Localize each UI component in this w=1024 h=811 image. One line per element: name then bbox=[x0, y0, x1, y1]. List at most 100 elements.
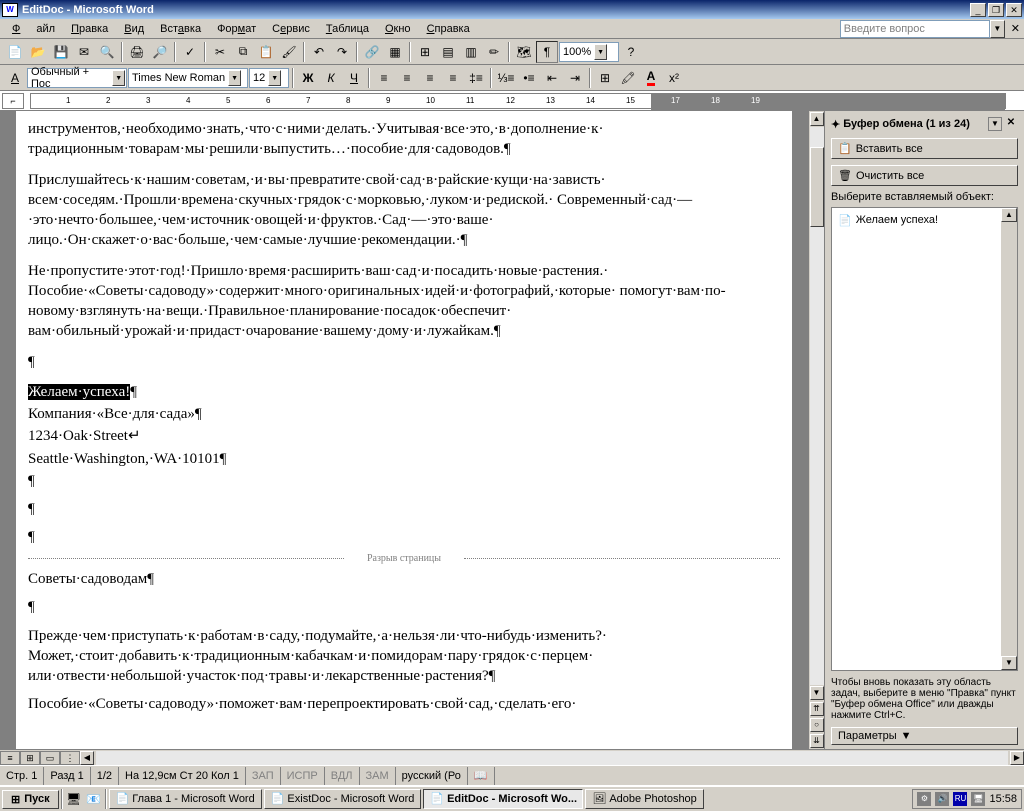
print-preview-icon[interactable]: 🔎 bbox=[149, 41, 171, 63]
vertical-scrollbar[interactable]: ▲ ▼ ⇈ ○ ⇊ bbox=[808, 111, 824, 749]
decrease-indent-icon[interactable]: ⇤ bbox=[541, 67, 563, 89]
line-spacing-icon[interactable]: ‡≡ bbox=[465, 67, 487, 89]
spellcheck-icon[interactable]: ✓ bbox=[179, 41, 201, 63]
doc-map-icon[interactable]: 🗺 bbox=[513, 41, 535, 63]
underline-icon[interactable]: Ч bbox=[343, 67, 365, 89]
copy-icon[interactable]: ⧉ bbox=[232, 41, 254, 63]
borders-icon[interactable]: ⊞ bbox=[594, 67, 616, 89]
redo-icon[interactable]: ↷ bbox=[331, 41, 353, 63]
paste-icon[interactable]: 📋 bbox=[255, 41, 277, 63]
align-right-icon[interactable]: ≡ bbox=[419, 67, 441, 89]
language-indicator[interactable]: RU bbox=[953, 792, 967, 806]
status-language[interactable]: русский (Ро bbox=[396, 767, 468, 785]
save-icon[interactable]: 💾 bbox=[50, 41, 72, 63]
scroll-down-icon[interactable]: ▼ bbox=[810, 686, 824, 700]
menu-view[interactable]: Вид bbox=[116, 21, 152, 37]
tab-selector[interactable]: ⌐ bbox=[2, 93, 24, 109]
styles-pane-icon[interactable]: A bbox=[4, 67, 26, 89]
clipboard-item[interactable]: 📄 Желаем успеха! bbox=[836, 212, 1013, 229]
start-button[interactable]: ⊞ Пуск bbox=[2, 790, 59, 809]
scroll-right-icon[interactable]: ▶ bbox=[1010, 751, 1024, 765]
cut-icon[interactable]: ✂ bbox=[209, 41, 231, 63]
scroll-left-icon[interactable]: ◀ bbox=[80, 751, 94, 765]
taskbar-item[interactable]: 📄 Глава 1 - Microsoft Word bbox=[109, 789, 262, 809]
open-icon[interactable]: 📂 bbox=[27, 41, 49, 63]
italic-icon[interactable]: К bbox=[320, 67, 342, 89]
doc-close-button[interactable]: ✕ bbox=[1011, 22, 1020, 35]
status-rec[interactable]: ЗАП bbox=[246, 767, 281, 785]
bold-icon[interactable]: Ж bbox=[297, 67, 319, 89]
menu-window[interactable]: Окно bbox=[377, 21, 419, 37]
justify-icon[interactable]: ≡ bbox=[442, 67, 464, 89]
search-icon[interactable]: 🔍 bbox=[96, 41, 118, 63]
quick-launch-icon[interactable]: 🖥 bbox=[65, 790, 83, 808]
menu-file[interactable]: Файл bbox=[4, 21, 63, 37]
undo-icon[interactable]: ↶ bbox=[308, 41, 330, 63]
close-button[interactable]: ✕ bbox=[1006, 3, 1022, 17]
scroll-thumb[interactable] bbox=[810, 147, 824, 227]
paste-all-button[interactable]: 📋 Вставить все bbox=[831, 138, 1018, 159]
font-combo[interactable]: Times New Roman▼ bbox=[128, 68, 248, 88]
web-view-icon[interactable]: ⊞ bbox=[20, 751, 40, 765]
print-icon[interactable]: 🖨 bbox=[126, 41, 148, 63]
tables-borders-icon[interactable]: ▦ bbox=[384, 41, 406, 63]
tray-icon[interactable]: 🔊 bbox=[935, 792, 949, 806]
pane-scrollbar[interactable]: ▲ ▼ bbox=[1001, 208, 1017, 670]
scroll-down-icon[interactable]: ▼ bbox=[1001, 656, 1017, 670]
menu-format[interactable]: Формат bbox=[209, 21, 264, 37]
align-left-icon[interactable]: ≡ bbox=[373, 67, 395, 89]
format-painter-icon[interactable]: 🖌 bbox=[278, 41, 300, 63]
clear-all-button[interactable]: 🗑 Очистить все bbox=[831, 165, 1018, 186]
next-page-icon[interactable]: ⇊ bbox=[810, 734, 824, 748]
status-ovr[interactable]: ЗАМ bbox=[360, 767, 396, 785]
drawing-icon[interactable]: ✏ bbox=[483, 41, 505, 63]
increase-indent-icon[interactable]: ⇥ bbox=[564, 67, 586, 89]
restore-button[interactable]: ❐ bbox=[988, 3, 1004, 17]
help-icon[interactable]: ? bbox=[620, 41, 642, 63]
tray-icon[interactable]: ⚙ bbox=[917, 792, 931, 806]
document-page[interactable]: инструментов,·необходимо·знать,·что·с·ни… bbox=[16, 111, 792, 749]
show-marks-icon[interactable]: ¶ bbox=[536, 41, 558, 63]
scroll-up-icon[interactable]: ▲ bbox=[810, 112, 824, 126]
excel-icon[interactable]: ▤ bbox=[437, 41, 459, 63]
insert-table-icon[interactable]: ⊞ bbox=[414, 41, 436, 63]
print-view-icon[interactable]: ▭ bbox=[40, 751, 60, 765]
superscript-icon[interactable]: x² bbox=[663, 67, 685, 89]
prev-page-icon[interactable]: ⇈ bbox=[810, 702, 824, 716]
email-icon[interactable]: ✉ bbox=[73, 41, 95, 63]
taskbar-item-active[interactable]: 📄 EditDoc - Microsoft Wo... bbox=[423, 789, 583, 809]
outline-view-icon[interactable]: ⋮ bbox=[60, 751, 80, 765]
menu-help[interactable]: Справка bbox=[419, 21, 478, 37]
ask-dropdown[interactable]: ▼ bbox=[990, 20, 1005, 38]
minimize-button[interactable]: _ bbox=[970, 3, 986, 17]
numbered-list-icon[interactable]: ⅓≡ bbox=[495, 67, 517, 89]
browse-object-icon[interactable]: ○ bbox=[810, 718, 824, 732]
clock[interactable]: 15:58 bbox=[989, 793, 1017, 805]
quick-launch-icon[interactable]: 📧 bbox=[85, 790, 103, 808]
menu-insert[interactable]: Вставка bbox=[152, 21, 209, 37]
size-combo[interactable]: 12▼ bbox=[249, 68, 289, 88]
scroll-up-icon[interactable]: ▲ bbox=[1001, 208, 1017, 222]
status-spell-icon[interactable]: 📖 bbox=[468, 767, 495, 785]
menu-table[interactable]: Таблица bbox=[318, 21, 377, 37]
task-pane-close[interactable]: ✕ bbox=[1004, 117, 1018, 131]
tray-icon[interactable]: 🖥 bbox=[971, 792, 985, 806]
normal-view-icon[interactable]: ≡ bbox=[0, 751, 20, 765]
status-ext[interactable]: ВДЛ bbox=[325, 767, 360, 785]
h-scroll-track[interactable] bbox=[96, 751, 1008, 765]
options-button[interactable]: Параметры ▼ bbox=[831, 727, 1018, 745]
highlight-icon[interactable]: 🖍 bbox=[617, 67, 639, 89]
menu-tools[interactable]: Сервис bbox=[264, 21, 318, 37]
taskbar-item[interactable]: 🖼 Adobe Photoshop bbox=[585, 789, 703, 809]
status-rev[interactable]: ИСПР bbox=[281, 767, 325, 785]
columns-icon[interactable]: ▥ bbox=[460, 41, 482, 63]
align-center-icon[interactable]: ≡ bbox=[396, 67, 418, 89]
font-color-icon[interactable]: A bbox=[640, 67, 662, 89]
ask-question-box[interactable]: Введите вопрос bbox=[840, 20, 990, 38]
menu-edit[interactable]: Правка bbox=[63, 21, 116, 37]
new-doc-icon[interactable]: 📄 bbox=[4, 41, 26, 63]
zoom-combo[interactable]: 100%▼ bbox=[559, 42, 619, 62]
hyperlink-icon[interactable]: 🔗 bbox=[361, 41, 383, 63]
taskbar-item[interactable]: 📄 ExistDoc - Microsoft Word bbox=[264, 789, 422, 809]
bullet-list-icon[interactable]: •≡ bbox=[518, 67, 540, 89]
